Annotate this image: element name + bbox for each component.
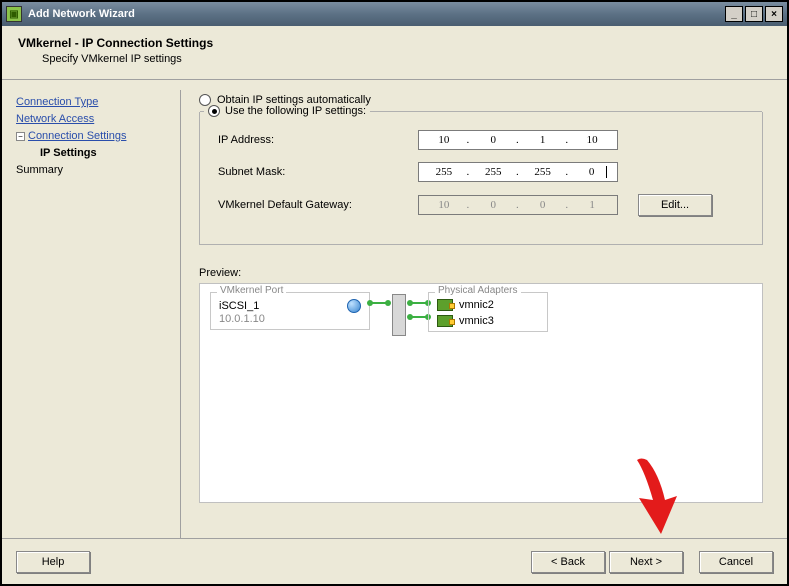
ip-address-label: IP Address: [218, 134, 418, 146]
help-button[interactable]: Help [16, 551, 90, 573]
vmkernel-icon [347, 299, 361, 313]
back-button[interactable]: < Back [531, 551, 605, 573]
step-connection-settings[interactable]: Connection Settings [28, 128, 126, 145]
radio-manual[interactable]: Use the following IP settings: [204, 105, 370, 117]
minimize-button[interactable]: _ [725, 6, 743, 22]
radio-icon [208, 105, 220, 117]
page-title: VMkernel - IP Connection Settings [18, 36, 771, 50]
annotation-arrow-icon [627, 452, 687, 542]
wire [410, 316, 428, 318]
close-button[interactable]: × [765, 6, 783, 22]
vswitch-icon [392, 294, 406, 336]
preview-label: Preview: [199, 267, 763, 279]
vmkernel-port-group: VMkernel Port iSCSI_1 10.0.1.10 [210, 292, 370, 330]
step-summary: Summary [16, 162, 174, 179]
vmk-ip: 10.0.1.10 [219, 313, 361, 325]
content-pane: Obtain IP settings automatically Use the… [181, 80, 787, 550]
wizard-steps: Connection Type Network Access − Connect… [2, 80, 180, 550]
manual-ip-group: Use the following IP settings: IP Addres… [199, 112, 763, 245]
step-connection-type[interactable]: Connection Type [16, 94, 174, 111]
subnet-mask-input[interactable]: 255. 255. 255. 0 [418, 162, 618, 182]
next-button[interactable]: Next > [609, 551, 683, 573]
nic2-label: vmnic3 [459, 315, 494, 327]
step-ip-settings: IP Settings [40, 145, 174, 162]
ip-address-input[interactable]: 10. 0. 1. 10 [418, 130, 618, 150]
subnet-mask-label: Subnet Mask: [218, 166, 418, 178]
gateway-input: 10. 0. 0. 1 [418, 195, 618, 215]
button-bar: Help < Back Next > Cancel [2, 538, 787, 584]
radio-manual-label: Use the following IP settings: [225, 105, 366, 117]
edit-gateway-button[interactable]: Edit... [638, 194, 712, 216]
wire [410, 302, 428, 304]
maximize-button[interactable]: □ [745, 6, 763, 22]
phys-group-label: Physical Adapters [435, 285, 521, 296]
wizard-header: VMkernel - IP Connection Settings Specif… [2, 26, 787, 80]
nic-icon [437, 299, 453, 311]
nic-icon [437, 315, 453, 327]
page-subtitle: Specify VMkernel IP settings [42, 53, 771, 65]
wire [370, 302, 388, 304]
step-network-access[interactable]: Network Access [16, 111, 174, 128]
physical-adapters-group: Physical Adapters vmnic2 vmnic3 [428, 292, 548, 332]
titlebar: ▣ Add Network Wizard _ □ × [2, 2, 787, 26]
vmk-name: iSCSI_1 [219, 300, 259, 312]
window-title: Add Network Wizard [28, 8, 725, 20]
gateway-label: VMkernel Default Gateway: [218, 199, 418, 211]
app-icon: ▣ [6, 6, 22, 22]
cancel-button[interactable]: Cancel [699, 551, 773, 573]
collapse-icon[interactable]: − [16, 132, 25, 141]
nic1-label: vmnic2 [459, 299, 494, 311]
vmk-group-label: VMkernel Port [217, 285, 286, 296]
